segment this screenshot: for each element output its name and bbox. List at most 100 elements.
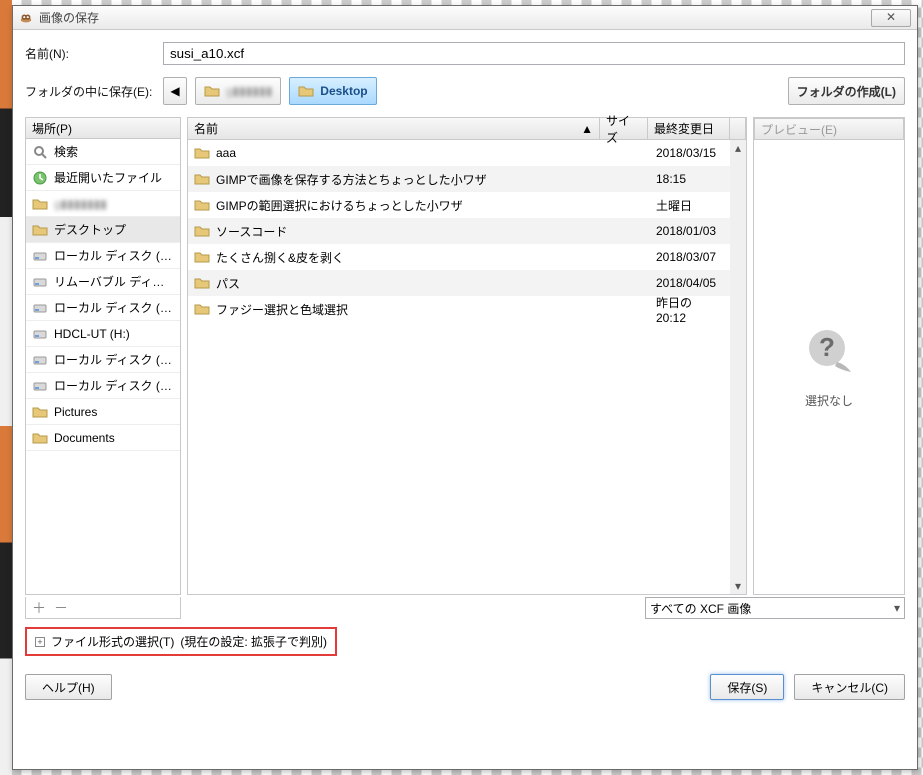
save-button[interactable]: 保存(S)	[710, 674, 784, 700]
path-segment-label: g▮▮▮▮▮▮	[226, 84, 272, 98]
filetype-label: ファイル形式の選択(T)	[51, 633, 174, 650]
places-item-label: Documents	[54, 431, 115, 445]
folder-icon	[194, 301, 210, 317]
cancel-button[interactable]: キャンセル(C)	[794, 674, 905, 700]
preview-header: プレビュー(E)	[754, 118, 904, 140]
folder-icon	[194, 171, 210, 187]
places-header: 場所(P)	[25, 117, 181, 139]
places-item[interactable]: デスクトップ	[26, 217, 180, 243]
folder-icon	[32, 222, 48, 238]
file-row[interactable]: パス 2018/04/05	[188, 270, 730, 296]
disk-icon	[32, 248, 48, 264]
path-segment-user[interactable]: g▮▮▮▮▮▮	[195, 77, 281, 105]
file-row[interactable]: ソースコード2018/01/03	[188, 218, 730, 244]
places-toolbar: ＋ －	[25, 597, 181, 619]
places-item[interactable]: g▮▮▮▮▮▮▮	[26, 191, 180, 217]
column-spacer	[730, 118, 746, 139]
save-image-dialog: 画像の保存 ✕ 名前(N): フォルダの中に保存(E): ◀ g▮▮▮▮▮▮ D…	[12, 5, 918, 770]
scroll-down-icon[interactable]: ▾	[730, 578, 746, 594]
folder-icon	[194, 197, 210, 213]
scrollbar[interactable]: ▴ ▾	[730, 140, 746, 594]
help-button[interactable]: ヘルプ(H)	[25, 674, 112, 700]
folder-icon	[32, 196, 48, 212]
path-back-button[interactable]: ◀	[163, 77, 187, 105]
preview-none-text: 選択なし	[805, 392, 853, 409]
folder-icon	[298, 83, 314, 99]
disk-icon	[32, 274, 48, 290]
file-row[interactable]: GIMPで画像を保存する方法とちょっとした小ワザ18:15	[188, 166, 730, 192]
bottom-row: ＋ － すべての XCF 画像 ▾	[25, 597, 905, 619]
places-item[interactable]: 検索	[26, 139, 180, 165]
places-item-label: ローカル ディスク (…	[54, 351, 172, 368]
file-name-label: たくさん捌く&皮を剥く	[216, 249, 344, 266]
places-item[interactable]: リムーバブル ディ…	[26, 269, 180, 295]
file-date: 2018/03/07	[650, 250, 730, 264]
file-date: 2018/03/15	[650, 146, 730, 160]
places-item[interactable]: ローカル ディスク (…	[26, 373, 180, 399]
recent-icon	[32, 170, 48, 186]
folder-icon	[32, 430, 48, 446]
folder-icon	[194, 145, 210, 161]
folder-icon	[204, 83, 220, 99]
disk-icon	[32, 352, 48, 368]
places-item[interactable]: Pictures	[26, 399, 180, 425]
scroll-up-icon[interactable]: ▴	[730, 140, 746, 156]
places-item-label: リムーバブル ディ…	[54, 273, 164, 290]
file-row[interactable]: ファジー選択と色域選択昨日の 20:12	[188, 296, 730, 322]
disk-icon	[32, 326, 48, 342]
file-type-filter[interactable]: すべての XCF 画像 ▾	[645, 597, 905, 619]
question-icon: ?	[803, 326, 855, 378]
column-size[interactable]: サイズ	[600, 118, 648, 139]
name-label: 名前(N):	[25, 45, 155, 62]
folder-row: フォルダの中に保存(E): ◀ g▮▮▮▮▮▮ Desktop フォルダの作成(…	[25, 77, 905, 105]
places-item-label: Pictures	[54, 405, 97, 419]
file-date: 土曜日	[650, 197, 730, 214]
remove-icon[interactable]: －	[54, 598, 68, 618]
column-name[interactable]: 名前 ▲	[188, 118, 600, 139]
places-item-label: ローカル ディスク (…	[54, 247, 172, 264]
file-row[interactable]: aaa 2018/03/15	[188, 140, 730, 166]
app-icon	[19, 11, 33, 25]
filename-input[interactable]	[163, 42, 905, 65]
path-segment-desktop[interactable]: Desktop	[289, 77, 376, 105]
svg-text:?: ?	[819, 332, 835, 362]
file-date: 2018/01/03	[650, 224, 730, 238]
places-item-label: ローカル ディスク (…	[54, 377, 172, 394]
places-item[interactable]: 最近開いたファイル	[26, 165, 180, 191]
file-name-label: aaa	[216, 146, 236, 160]
filetype-expander[interactable]: + ファイル形式の選択(T) (現在の設定: 拡張子で判別)	[25, 627, 337, 656]
add-icon[interactable]: ＋	[32, 598, 46, 618]
places-item[interactable]: ローカル ディスク (…	[26, 347, 180, 373]
places-item[interactable]: ローカル ディスク (…	[26, 295, 180, 321]
desktop-background-strip	[0, 0, 12, 775]
file-row[interactable]: GIMPの範囲選択におけるちょっとした小ワザ土曜日	[188, 192, 730, 218]
panels: 場所(P) 検索最近開いたファイル g▮▮▮▮▮▮▮ デスクトップローカル ディスク…	[25, 117, 905, 595]
places-item[interactable]: Documents	[26, 425, 180, 451]
folder-icon	[32, 404, 48, 420]
folder-label: フォルダの中に保存(E):	[25, 83, 155, 100]
places-item[interactable]: ローカル ディスク (…	[26, 243, 180, 269]
files-panel: 名前 ▲ サイズ 最終変更日 aaa 2018/03/15 GIMPで画像を保存する…	[187, 117, 747, 595]
folder-icon	[194, 249, 210, 265]
preview-panel: プレビュー(E) ? 選択なし	[753, 117, 905, 595]
places-item-label: デスクトップ	[54, 221, 126, 238]
create-folder-button[interactable]: フォルダの作成(L)	[788, 77, 905, 105]
titlebar: 画像の保存 ✕	[13, 6, 917, 30]
places-list[interactable]: 検索最近開いたファイル g▮▮▮▮▮▮▮ デスクトップローカル ディスク (… リムー…	[25, 139, 181, 595]
places-item-label: 検索	[54, 143, 78, 160]
files-header: 名前 ▲ サイズ 最終変更日	[188, 118, 746, 140]
places-item[interactable]: HDCL-UT (H:)	[26, 321, 180, 347]
disk-icon	[32, 300, 48, 316]
file-row[interactable]: たくさん捌く&皮を剥く 2018/03/07	[188, 244, 730, 270]
file-name-label: パス	[216, 275, 240, 292]
column-modified[interactable]: 最終変更日	[648, 118, 730, 139]
folder-icon	[194, 275, 210, 291]
file-date: 2018/04/05	[650, 276, 730, 290]
filter-label: すべての XCF 画像	[650, 600, 751, 617]
file-list[interactable]: aaa 2018/03/15 GIMPで画像を保存する方法とちょっとした小ワザ18:…	[188, 140, 730, 594]
places-item-label: 最近開いたファイル	[54, 169, 162, 186]
file-name-label: ファジー選択と色域選択	[216, 301, 348, 318]
chevron-down-icon: ▾	[894, 601, 900, 615]
close-button[interactable]: ✕	[871, 9, 911, 27]
file-name-label: GIMPで画像を保存する方法とちょっとした小ワザ	[216, 171, 487, 188]
